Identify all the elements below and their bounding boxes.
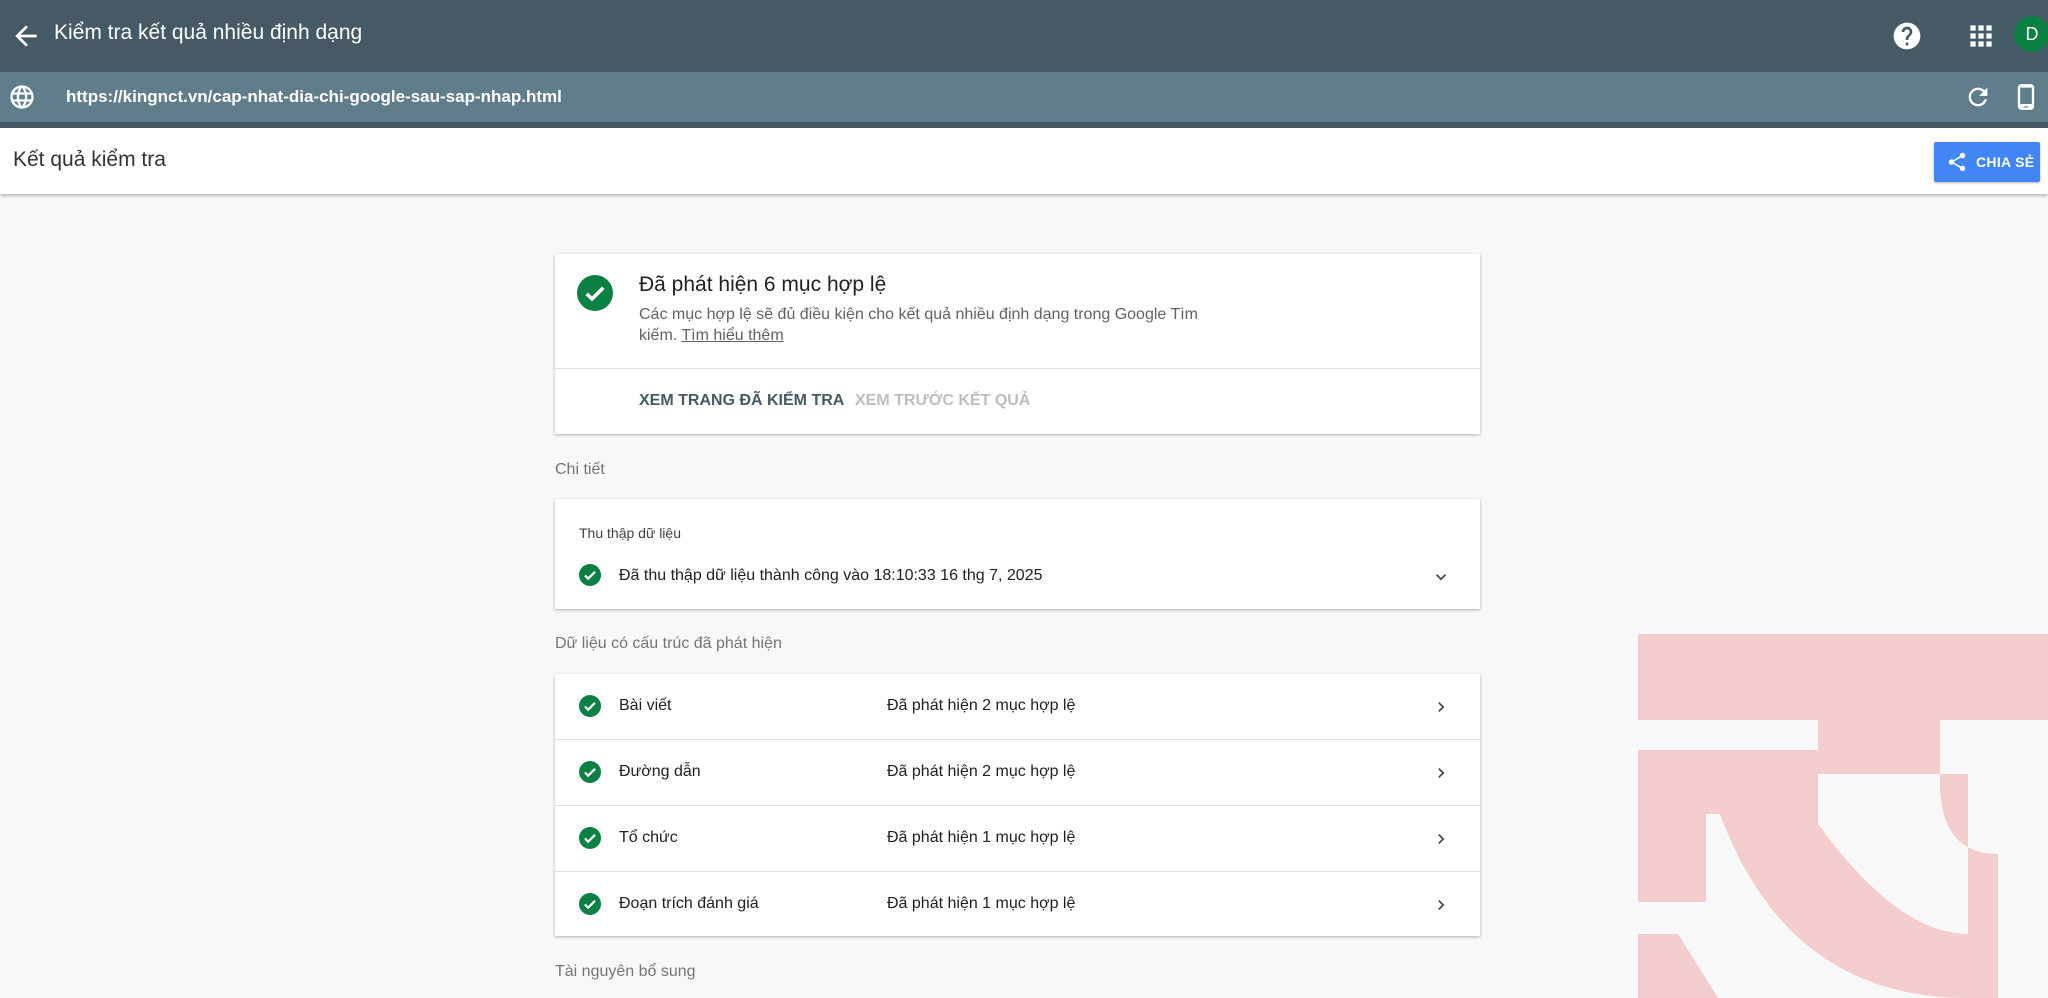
item-name: Đường dẫn: [619, 763, 701, 780]
learn-more-link[interactable]: Tìm hiểu thêm: [681, 327, 783, 344]
back-arrow-icon[interactable]: [10, 20, 42, 52]
page-title: Kết quả kiểm tra: [13, 148, 166, 171]
view-tested-page-button[interactable]: XEM TRANG ĐÃ KIỂM TRA: [639, 392, 844, 410]
summary-card: Đã phát hiện 6 mục hợp lệ Các mục hợp lệ…: [555, 254, 1480, 434]
page-header: Kết quả kiểm tra CHIA SẺ: [0, 128, 2048, 194]
chevron-right-icon: [1438, 900, 1445, 910]
mobile-device-icon[interactable]: [2012, 83, 2040, 111]
check-circle-icon: [577, 275, 613, 311]
divider: [555, 368, 1480, 369]
check-circle-icon: [579, 761, 601, 783]
app-bar: Kiểm tra kết quả nhiều định dạng D: [0, 0, 2048, 72]
url-bar: https://kingnct.vn/cap-nhat-dia-chi-goog…: [0, 72, 2048, 128]
list-item[interactable]: Tổ chức Đã phát hiện 1 mục hợp lệ: [555, 806, 1480, 872]
crawl-status: Đã thu thập dữ liệu thành công vào 18:10…: [619, 567, 1043, 584]
list-item[interactable]: Bài viết Đã phát hiện 2 mục hợp lệ: [555, 674, 1480, 740]
check-circle-icon: [579, 893, 601, 915]
crawl-card[interactable]: Thu thập dữ liệu Đã thu thập dữ liệu thà…: [555, 499, 1480, 609]
app-title: Kiểm tra kết quả nhiều định dạng: [54, 21, 363, 44]
structured-data-section-label: Dữ liệu có cấu trúc đã phát hiện: [555, 635, 782, 652]
share-button[interactable]: CHIA SẺ: [1934, 142, 2040, 182]
item-name: Đoạn trích đánh giá: [619, 895, 759, 912]
avatar[interactable]: D: [2014, 16, 2048, 52]
apps-grid-icon[interactable]: [1965, 20, 1997, 52]
chevron-right-icon: [1438, 768, 1445, 778]
check-circle-icon: [579, 827, 601, 849]
check-circle-icon: [579, 695, 601, 717]
summary-heading: Đã phát hiện 6 mục hợp lệ: [639, 273, 887, 296]
help-icon[interactable]: [1891, 20, 1923, 52]
preview-results-button[interactable]: XEM TRƯỚC KẾT QUẢ: [855, 392, 1030, 410]
chevron-down-icon[interactable]: [1431, 567, 1451, 587]
list-item[interactable]: Đoạn trích đánh giá Đã phát hiện 1 mục h…: [555, 872, 1480, 937]
share-button-label: CHIA SẺ: [1976, 154, 2035, 170]
structured-data-list: Bài viết Đã phát hiện 2 mục hợp lệ Đường…: [555, 674, 1480, 936]
item-name: Tổ chức: [619, 829, 678, 846]
crawl-heading: Thu thập dữ liệu: [579, 525, 681, 541]
item-name: Bài viết: [619, 697, 672, 714]
chevron-right-icon: [1438, 834, 1445, 844]
url-text[interactable]: https://kingnct.vn/cap-nhat-dia-chi-goog…: [66, 87, 562, 107]
list-item[interactable]: Đường dẫn Đã phát hiện 2 mục hợp lệ: [555, 740, 1480, 806]
item-status: Đã phát hiện 1 mục hợp lệ: [887, 829, 1076, 846]
check-circle-icon: [579, 564, 601, 586]
details-section-label: Chi tiết: [555, 461, 605, 478]
summary-description: Các mục hợp lệ sẽ đủ điều kiện cho kết q…: [639, 304, 1209, 346]
additional-resources-section-label: Tài nguyên bổ sung: [555, 963, 696, 980]
item-status: Đã phát hiện 1 mục hợp lệ: [887, 895, 1076, 912]
item-status: Đã phát hiện 2 mục hợp lệ: [887, 763, 1076, 780]
share-icon: [1948, 152, 1966, 172]
globe-icon: [8, 83, 36, 111]
reload-icon[interactable]: [1964, 83, 1992, 111]
chevron-right-icon: [1438, 702, 1445, 712]
item-status: Đã phát hiện 2 mục hợp lệ: [887, 697, 1076, 714]
watermark-logo: [1638, 634, 2048, 998]
